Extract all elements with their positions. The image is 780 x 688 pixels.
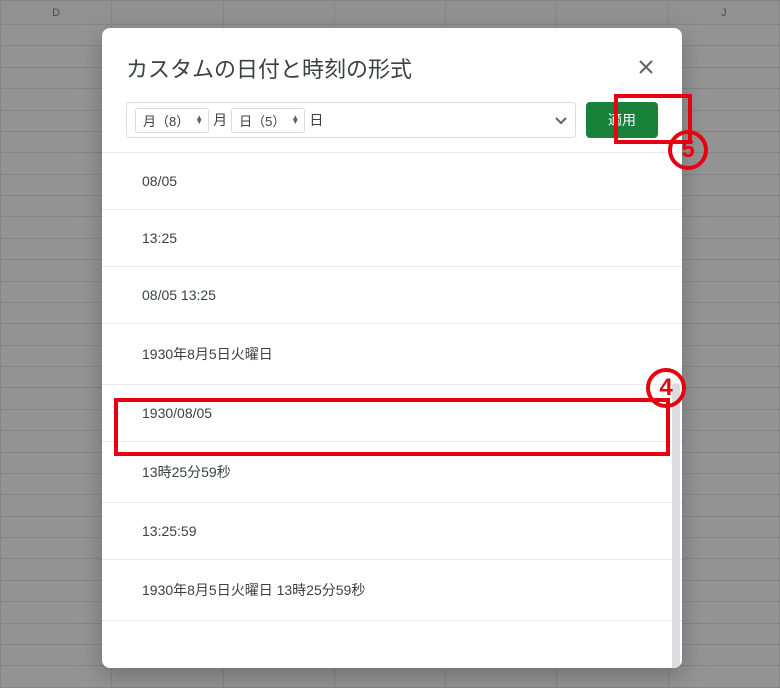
- custom-datetime-format-dialog: カスタムの日付と時刻の形式 月（8） ▲▼ 月 日（5） ▲▼ 日: [102, 28, 682, 668]
- format-input[interactable]: 月（8） ▲▼ 月 日（5） ▲▼ 日: [126, 102, 576, 138]
- format-toolbar: 月（8） ▲▼ 月 日（5） ▲▼ 日 適用: [102, 102, 682, 152]
- format-options-list[interactable]: 08/05 13:25 08/05 13:25 1930年8月5日火曜日 193…: [102, 152, 682, 668]
- format-option[interactable]: 13:25:59: [102, 503, 682, 560]
- apply-button[interactable]: 適用: [586, 102, 658, 138]
- up-down-icon: ▲▼: [195, 116, 203, 124]
- format-option[interactable]: 08/05 13:25: [102, 267, 682, 324]
- up-down-icon: ▲▼: [291, 116, 299, 124]
- format-option[interactable]: 1930年8月5日火曜日 13時25分59秒: [102, 560, 682, 621]
- format-token-day[interactable]: 日（5） ▲▼: [231, 108, 305, 133]
- scrollbar-thumb[interactable]: [672, 383, 680, 668]
- close-icon: [639, 59, 653, 77]
- format-option[interactable]: 08/05: [102, 153, 682, 210]
- token-label: 月（8）: [143, 111, 189, 130]
- dialog-title: カスタムの日付と時刻の形式: [126, 52, 412, 84]
- format-separator: 日: [308, 110, 324, 130]
- format-option[interactable]: 13時25分59秒: [102, 442, 682, 503]
- token-label: 日（5）: [239, 111, 285, 130]
- close-button[interactable]: [634, 56, 658, 80]
- format-separator: 月: [212, 110, 228, 130]
- format-option[interactable]: 13:25: [102, 210, 682, 267]
- chevron-down-icon[interactable]: [555, 112, 567, 128]
- format-token-month[interactable]: 月（8） ▲▼: [135, 108, 209, 133]
- format-option[interactable]: 1930/08/05: [102, 385, 682, 442]
- format-option[interactable]: 1930年8月5日火曜日: [102, 324, 682, 385]
- dialog-header: カスタムの日付と時刻の形式: [102, 28, 682, 102]
